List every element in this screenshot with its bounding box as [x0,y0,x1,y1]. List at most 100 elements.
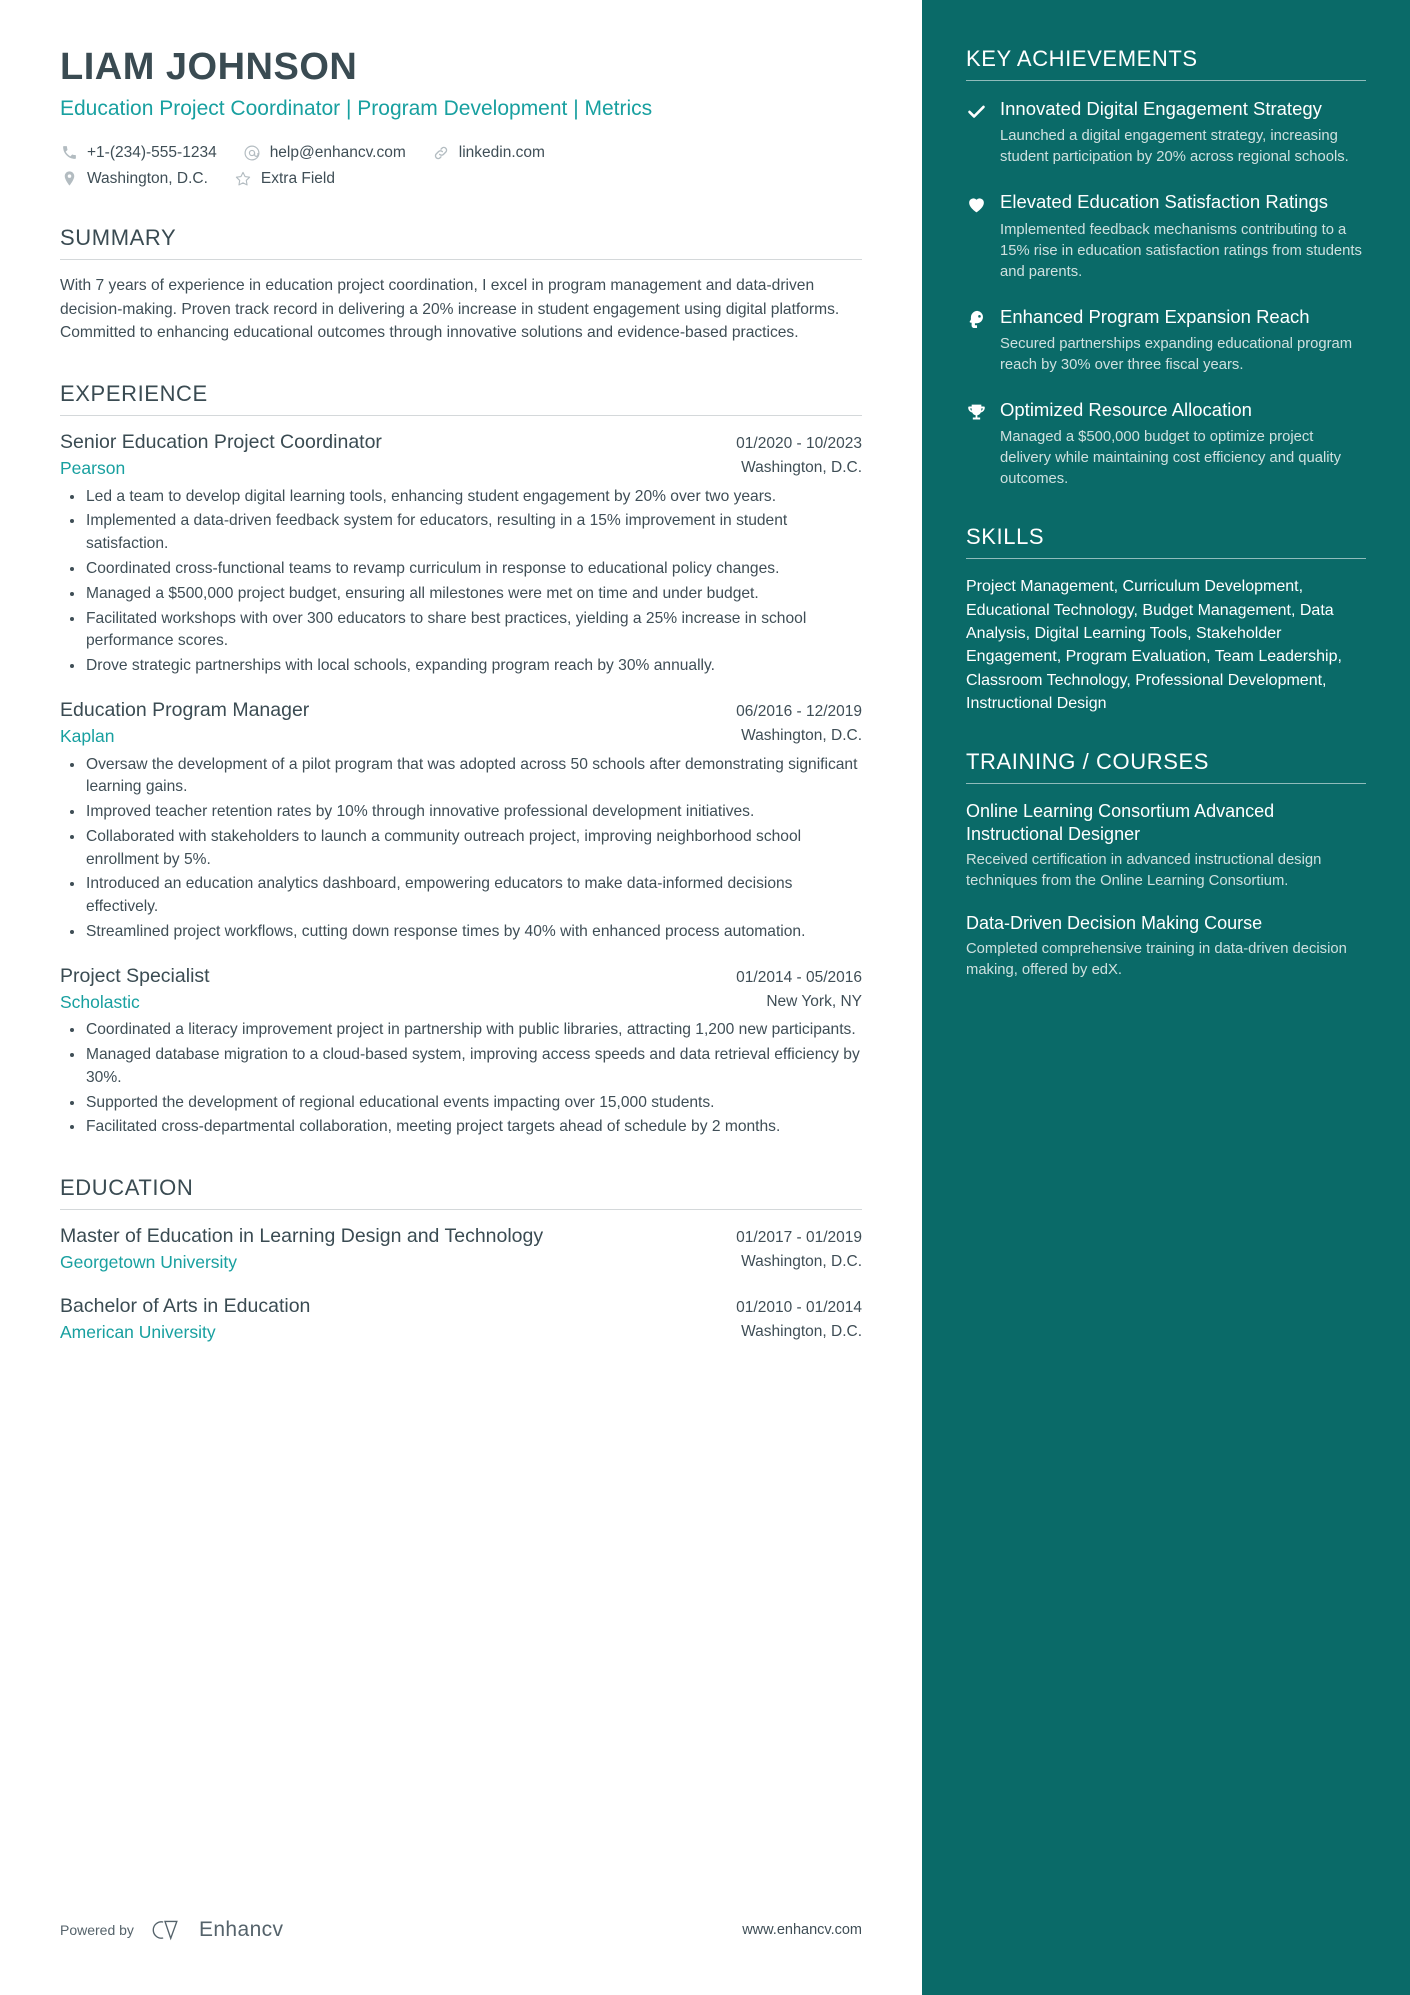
course-item: Data-Driven Decision Making Course Compl… [966,912,1366,981]
school-location: Washington, D.C. [741,1322,862,1340]
job-company: Kaplan [60,725,115,746]
contact-location: Washington, D.C. [60,169,208,189]
experience-entry: Project Specialist 01/2014 - 05/2016 Sch… [60,964,862,1140]
job-location: Washington, D.C. [741,458,862,476]
course-item: Online Learning Consortium Advanced Inst… [966,800,1366,892]
job-title: Education Program Manager [60,698,310,721]
education-entry-subheader: Georgetown University Washington, D.C. [60,1251,862,1274]
brand-name: Enhancv [198,1918,284,1941]
list-item: Coordinated cross-functional teams to re… [70,558,862,581]
job-bullets: Led a team to develop digital learning t… [60,486,862,678]
achievement-item: Enhanced Program Expansion Reach Secured… [966,305,1366,376]
list-item: Coordinated a literacy improvement proje… [70,1019,862,1042]
training-heading: TRAINING / COURSES [966,749,1210,775]
education-entry: Master of Education in Learning Design a… [60,1224,862,1274]
training-section: TRAINING / COURSES Online Learning Conso… [966,749,1366,981]
job-location: New York, NY [766,992,862,1010]
skills-heading: SKILLS [966,524,1045,550]
resume-page: LIAM JOHNSON Education Project Coordinat… [0,0,1410,1995]
achievement-description: Secured partnerships expanding education… [1000,335,1353,373]
job-date: 01/2020 - 10/2023 [736,435,862,453]
contact-phone-text: +1-(234)-555-1234 [87,143,217,161]
experience-heading: EXPERIENCE [60,381,208,407]
experience-section: EXPERIENCE Senior Education Project Coor… [60,381,862,1139]
education-entry-header: Master of Education in Learning Design a… [60,1224,862,1249]
sidebar: KEY ACHIEVEMENTS Innovated Digital Engag… [922,0,1410,1995]
key-achievements-divider [966,80,1366,81]
experience-entry-header: Project Specialist 01/2014 - 05/2016 [60,964,862,989]
contact-block: +1-(234)-555-1234 help@enhancv.com linke… [60,143,862,189]
list-item: Managed a $500,000 project budget, ensur… [70,583,862,606]
job-company: Scholastic [60,991,140,1012]
job-title: Project Specialist [60,964,210,987]
list-item: Led a team to develop digital learning t… [70,486,862,509]
enhancv-logo: Enhancv [150,1917,284,1943]
degree-title: Bachelor of Arts in Education [60,1294,311,1317]
degree-title: Master of Education in Learning Design a… [60,1225,544,1248]
phone-icon [60,143,79,162]
degree-date: 01/2017 - 01/2019 [736,1229,862,1247]
footer-brand-group: Powered by Enhancv [60,1917,283,1943]
job-date: 06/2016 - 12/2019 [736,702,862,720]
achievement-title: Elevated Education Satisfaction Ratings [1000,191,1329,213]
list-item: Oversaw the development of a pilot progr… [70,754,862,800]
key-achievements-section: KEY ACHIEVEMENTS Innovated Digital Engag… [966,46,1366,490]
experience-entry-subheader: Pearson Washington, D.C. [60,457,862,480]
achievement-item: Elevated Education Satisfaction Ratings … [966,190,1366,282]
job-bullets: Oversaw the development of a pilot progr… [60,754,862,944]
contact-phone: +1-(234)-555-1234 [60,143,217,163]
course-title: Data-Driven Decision Making Course [966,913,1263,934]
contact-linkedin-text: linkedin.com [458,143,545,161]
education-entry: Bachelor of Arts in Education 01/2010 - … [60,1294,862,1344]
training-divider [966,783,1366,785]
education-entry-header: Bachelor of Arts in Education 01/2010 - … [60,1294,862,1319]
footer: Powered by Enhancv www.enhancv.com [60,1917,862,1943]
achievement-description: Launched a digital engagement strategy, … [1000,128,1349,166]
list-item: Implemented a data-driven feedback syste… [70,510,862,556]
achievement-body: Innovated Digital Engagement Strategy La… [992,97,1366,168]
experience-entry-header: Senior Education Project Coordinator 01/… [60,430,862,455]
powered-by-label: Powered by [60,1922,134,1938]
headline: Education Project Coordinator | Program … [60,96,653,120]
experience-entry: Senior Education Project Coordinator 01/… [60,430,862,678]
school-location: Washington, D.C. [741,1253,862,1271]
job-company: Pearson [60,457,126,478]
summary-text: With 7 years of experience in education … [60,276,840,342]
contact-linkedin[interactable]: linkedin.com [432,143,545,163]
achievement-description: Implemented feedback mechanisms contribu… [1000,221,1362,280]
experience-entry: Education Program Manager 06/2016 - 12/2… [60,698,862,944]
education-entry-subheader: American University Washington, D.C. [60,1321,862,1344]
location-pin-icon [60,169,79,188]
list-item: Improved teacher retention rates by 10% … [70,801,862,824]
achievement-item: Innovated Digital Engagement Strategy La… [966,97,1366,168]
contact-row-1: +1-(234)-555-1234 help@enhancv.com linke… [60,143,862,163]
list-item: Facilitated workshops with over 300 educ… [70,608,862,654]
course-description: Received certification in advanced instr… [966,852,1322,890]
school-name: American University [60,1321,216,1342]
experience-divider [60,415,862,417]
contact-extra-field: Extra Field [234,169,335,189]
achievement-body: Enhanced Program Expansion Reach Secured… [992,305,1366,376]
list-item: Collaborated with stakeholders to launch… [70,826,862,872]
contact-email-text: help@enhancv.com [269,143,406,161]
footer-website[interactable]: www.enhancv.com [742,1922,862,1938]
achievement-title: Innovated Digital Engagement Strategy [1000,98,1322,119]
experience-entry-subheader: Scholastic New York, NY [60,991,862,1014]
course-description: Completed comprehensive training in data… [966,941,1347,979]
trophy-icon [966,398,992,423]
summary-divider [60,258,862,260]
page-title: LIAM JOHNSON [60,46,358,88]
achievement-description: Managed a $500,000 budget to optimize pr… [1000,429,1342,488]
skills-section: SKILLS Project Management, Curriculum De… [966,524,1366,715]
experience-entry-subheader: Kaplan Washington, D.C. [60,725,862,748]
course-title: Online Learning Consortium Advanced Inst… [966,801,1275,845]
link-icon [432,143,451,162]
job-location: Washington, D.C. [741,726,862,744]
list-item: Managed database migration to a cloud-ba… [70,1044,862,1090]
achievement-title: Optimized Resource Allocation [1000,398,1252,420]
email-icon [243,143,262,162]
contact-location-text: Washington, D.C. [87,169,208,187]
contact-extra-field-text: Extra Field [260,169,335,187]
list-item: Supported the development of regional ed… [70,1092,862,1115]
list-item: Introduced an education analytics dashbo… [70,873,862,919]
